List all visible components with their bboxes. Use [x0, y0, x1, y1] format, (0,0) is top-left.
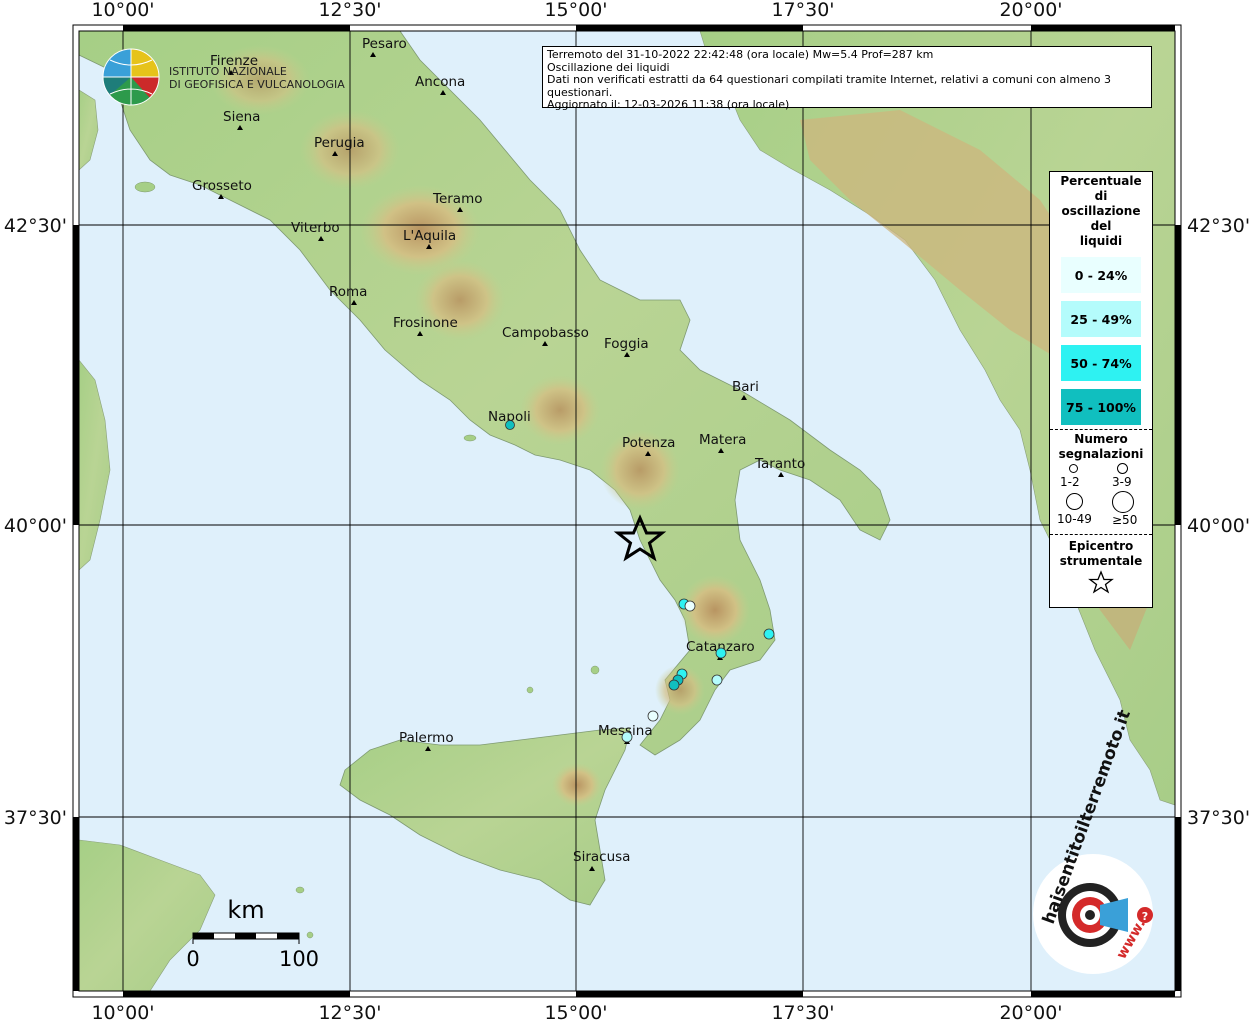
- obs-point: [711, 674, 723, 686]
- city-label: Taranto: [754, 456, 805, 472]
- event-info-box: Terremoto del 31-10-2022 22:42:48 (ora l…: [542, 46, 1152, 111]
- city-label: Perugia: [314, 135, 365, 151]
- institute-name-2: DI GEOFISICA E VULCANOLOGIA: [169, 78, 345, 91]
- scale-unit: km: [227, 896, 264, 924]
- size-label: ≥50: [1112, 513, 1138, 527]
- legend-count-title: Numero segnalazioni: [1058, 432, 1144, 461]
- obs-point: [621, 731, 633, 743]
- coord-right-2: 40°00': [1187, 515, 1250, 537]
- ingv-logo-icon: [102, 48, 160, 106]
- coord-bottom-4: 17°30': [771, 1002, 834, 1024]
- city-label: Bari: [732, 379, 759, 395]
- obs-point: [647, 710, 659, 722]
- legend-panel: Percentuale di oscillazione del liquidi …: [1049, 171, 1153, 608]
- coord-bottom-1: 10°00': [91, 1002, 154, 1024]
- size-label: 3-9: [1112, 475, 1132, 489]
- coord-right-1: 42°30': [1187, 215, 1250, 237]
- coord-top-3: 15°00': [544, 0, 607, 21]
- city-label: Ancona: [415, 74, 465, 90]
- coord-left-3: 37°30': [4, 807, 67, 829]
- obs-point: [668, 679, 680, 691]
- city-label: Matera: [699, 432, 746, 448]
- coord-top-1: 10°00': [91, 0, 154, 21]
- size-circle-medium: [1117, 463, 1128, 474]
- obs-point: [505, 420, 515, 430]
- coord-top-5: 20°00': [999, 0, 1062, 21]
- obs-point: [715, 647, 727, 659]
- city-label: Foggia: [604, 336, 649, 352]
- coord-top-4: 17°30': [771, 0, 834, 21]
- size-circle-small: [1069, 464, 1078, 473]
- legend-epicenter-title: Epicentro strumentale: [1059, 539, 1143, 568]
- obs-point: [763, 628, 775, 640]
- city-label: Teramo: [432, 191, 483, 207]
- legend-star-icon: [1088, 570, 1114, 594]
- legend-title: Percentuale di oscillazione del liquidi: [1060, 174, 1142, 248]
- scale-min: 0: [186, 947, 199, 971]
- size-label: 10-49: [1057, 512, 1092, 526]
- institute-name-1: ISTITUTO NAZIONALE: [169, 65, 287, 78]
- legend-class-1: 0 - 24%: [1061, 257, 1141, 293]
- city-label: Pesaro: [362, 36, 407, 52]
- city-label: Campobasso: [502, 325, 589, 341]
- city-label: Palermo: [399, 730, 454, 746]
- size-circle-large: [1066, 493, 1083, 510]
- city-label: Grosseto: [192, 178, 252, 194]
- coord-bottom-2: 12°30': [318, 1002, 381, 1024]
- city-label: L'Aquila: [403, 228, 456, 244]
- city-label: Siena: [223, 109, 260, 125]
- legend-class-2: 25 - 49%: [1061, 301, 1141, 337]
- city-label: Viterbo: [291, 220, 340, 236]
- city-label: Siracusa: [573, 849, 630, 865]
- coord-left-2: 40°00': [4, 515, 67, 537]
- coord-left-1: 42°30': [4, 215, 67, 237]
- size-circle-xlarge: [1112, 491, 1134, 513]
- scale-max: 100: [279, 947, 319, 971]
- city-label: Roma: [329, 284, 367, 300]
- city-label: Frosinone: [393, 315, 458, 331]
- coord-bottom-5: 20°00': [999, 1002, 1062, 1024]
- obs-point: [684, 600, 696, 612]
- coord-bottom-3: 15°00': [544, 1002, 607, 1024]
- coord-right-3: 37°30': [1187, 807, 1250, 829]
- event-title: Terremoto del 31-10-2022 22:42:48 (ora l…: [547, 48, 934, 61]
- coord-top-2: 12°30': [318, 0, 381, 21]
- legend-class-4: 75 - 100%: [1061, 389, 1141, 425]
- legend-class-3: 50 - 74%: [1061, 345, 1141, 381]
- event-note: Dati non verificati estratti da 64 quest…: [547, 73, 1112, 99]
- legend-sizes: 1-2 3-9 10-49 ≥50: [1050, 462, 1152, 534]
- size-label: 1-2: [1060, 475, 1080, 489]
- event-updated: Aggiornato il: 12-03-2026 11:38 (ora loc…: [547, 98, 790, 112]
- city-label: Potenza: [622, 435, 675, 451]
